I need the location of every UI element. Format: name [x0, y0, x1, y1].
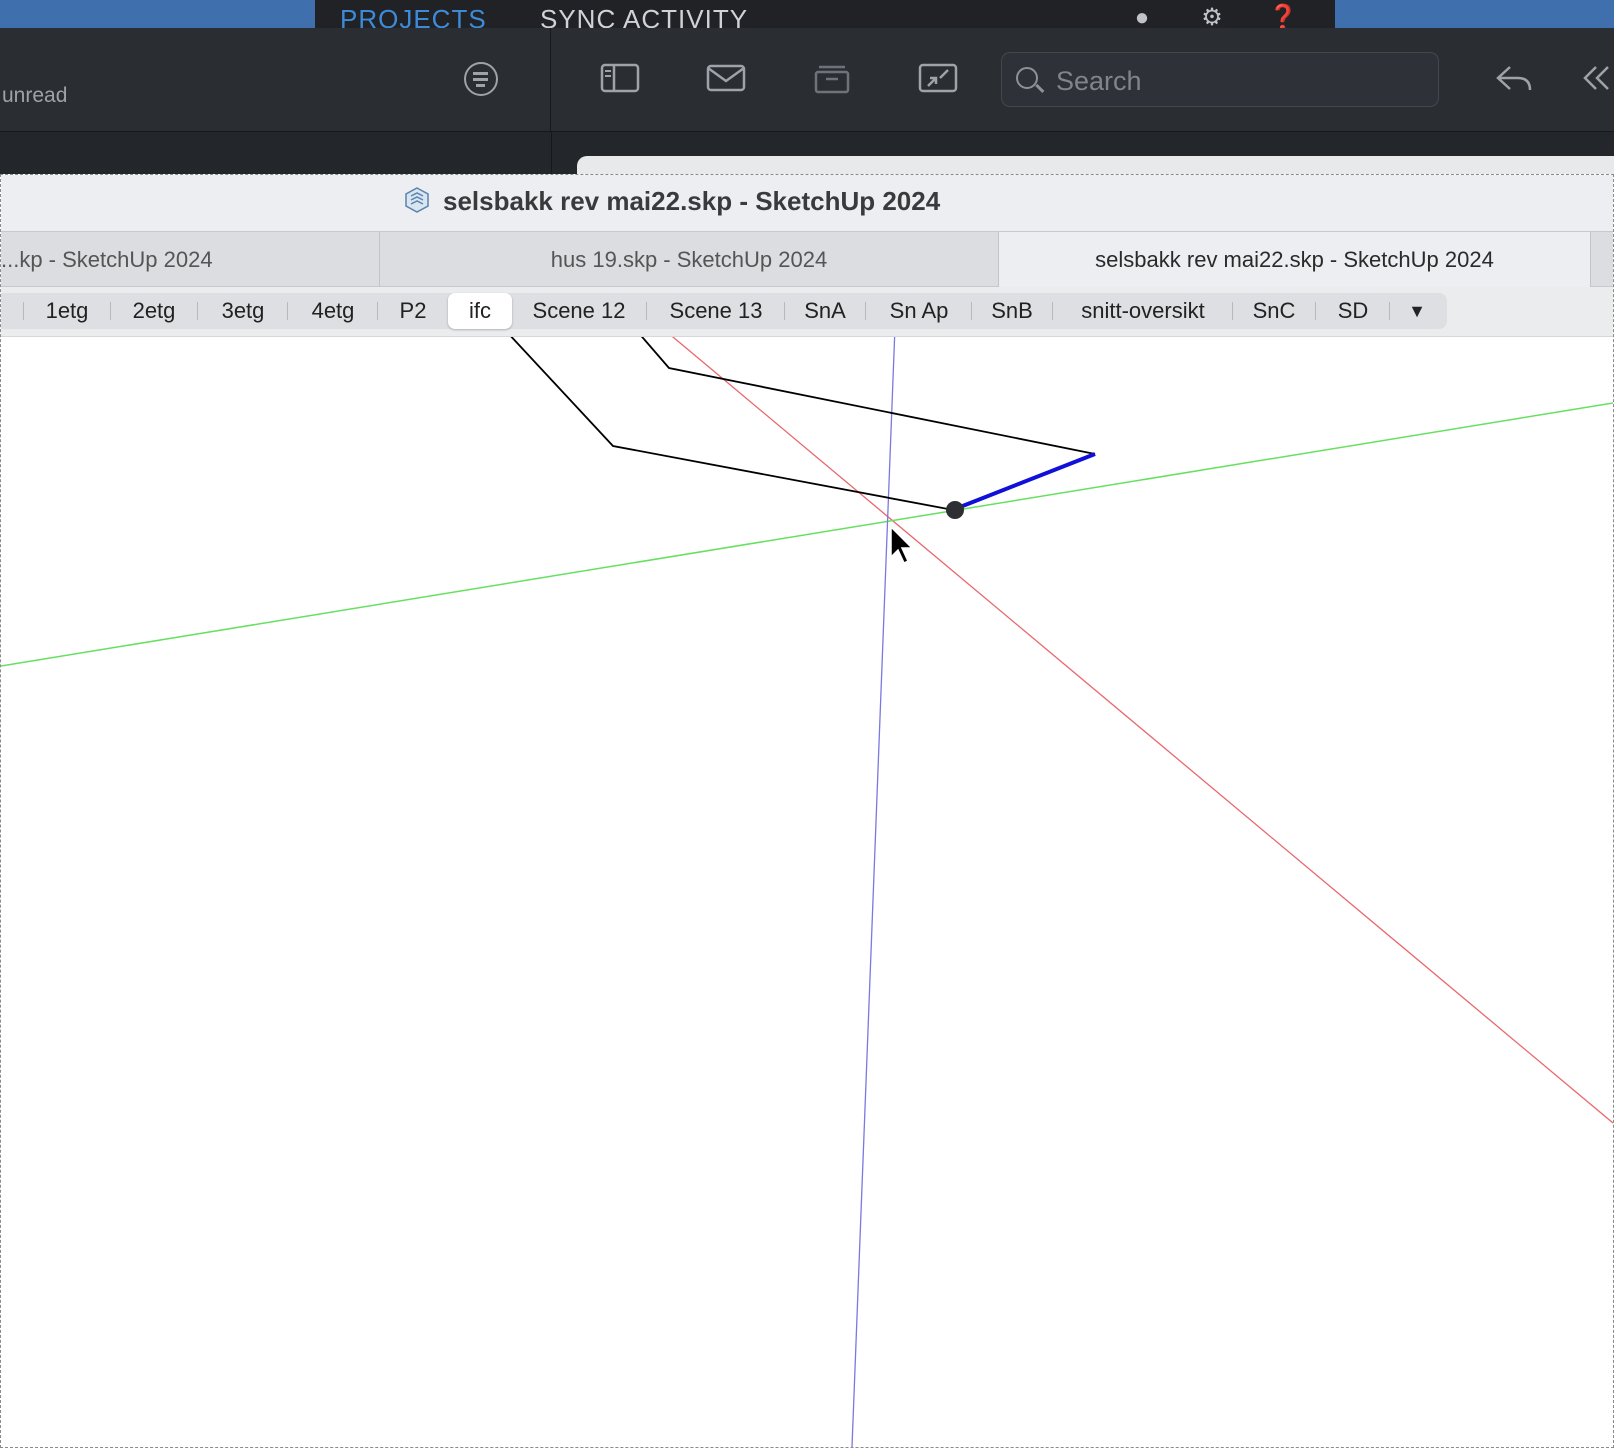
scene-tab-sna[interactable]: SnA: [790, 293, 860, 329]
search-icon: [1016, 67, 1038, 89]
filter-icon[interactable]: [464, 62, 498, 96]
scene-tab-ifc[interactable]: ifc: [448, 293, 512, 329]
model-edge-outer: [510, 337, 949, 510]
scene-tab-2etg[interactable]: 2etg: [116, 293, 192, 329]
green-axis: [1, 402, 1613, 667]
scene-tab-snc[interactable]: SnC: [1238, 293, 1310, 329]
scene-tab-sn-ap[interactable]: Sn Ap: [871, 293, 967, 329]
search-placeholder: Search: [1056, 66, 1142, 96]
red-axis: [671, 337, 1613, 1124]
background-app-header: PROJECTS SYNC ACTIVITY ● ⚙ ❓: [0, 0, 1614, 34]
unread-label: unread: [2, 84, 68, 107]
mail-toolbar: unread Search: [0, 28, 1614, 132]
sidebar-icon[interactable]: [600, 62, 640, 94]
scene-tab-snb[interactable]: SnB: [977, 293, 1047, 329]
blue-axis: [851, 337, 896, 1447]
reply-icon[interactable]: [1494, 62, 1534, 94]
doc-tab-selsbakk[interactable]: selsbakk rev mai22.skp - SketchUp 2024: [999, 232, 1591, 287]
window-title: selsbakk rev mai22.skp - SketchUp 2024: [443, 186, 941, 216]
doc-tab-1[interactable]: ...kp - SketchUp 2024: [1, 232, 380, 287]
scene-tab-snitt-oversikt[interactable]: snitt-oversikt: [1058, 293, 1228, 329]
model-canvas[interactable]: [1, 337, 1613, 1447]
scene-tabs-bar: 1etg 2etg 3etg 4etg P2 ifc Scene 12 Scen…: [1, 287, 1613, 337]
drawing-viewport[interactable]: [1, 337, 1613, 1447]
sketchup-window: selsbakk rev mai22.skp - SketchUp 2024 .…: [0, 174, 1614, 1448]
search-field[interactable]: Search: [1001, 52, 1439, 107]
scene-tab-scene-13[interactable]: Scene 13: [652, 293, 780, 329]
scene-tab-p2[interactable]: P2: [383, 293, 443, 329]
title-bar[interactable]: selsbakk rev mai22.skp - SketchUp 2024: [1, 175, 1613, 231]
endpoint-marker: [946, 501, 964, 519]
message-list-header: unread: [0, 28, 551, 132]
scene-tab-scene-12[interactable]: Scene 12: [518, 293, 640, 329]
sketchup-logo-icon: [405, 187, 429, 213]
archive-icon[interactable]: [812, 62, 852, 94]
mouse-cursor-icon: [890, 525, 914, 565]
scene-tab-4etg[interactable]: 4etg: [293, 293, 373, 329]
scene-more-button[interactable]: ▼: [1395, 293, 1439, 329]
model-edge-inner: [640, 337, 1096, 455]
envelope-icon[interactable]: [706, 62, 746, 94]
document-tabs: ...kp - SketchUp 2024 hus 19.skp - Sketc…: [1, 231, 1613, 287]
back-double-icon[interactable]: [1582, 62, 1614, 94]
doc-tab-hus19[interactable]: hus 19.skp - SketchUp 2024: [380, 232, 999, 287]
mail-subbar: [0, 132, 1614, 176]
window-sheet-edge: [577, 156, 1614, 176]
scene-tab-1etg[interactable]: 1etg: [29, 293, 105, 329]
scene-tab-sd[interactable]: SD: [1321, 293, 1385, 329]
scene-tab-3etg[interactable]: 3etg: [203, 293, 283, 329]
collapse-icon[interactable]: [918, 62, 958, 94]
selected-edge: [954, 452, 1096, 511]
